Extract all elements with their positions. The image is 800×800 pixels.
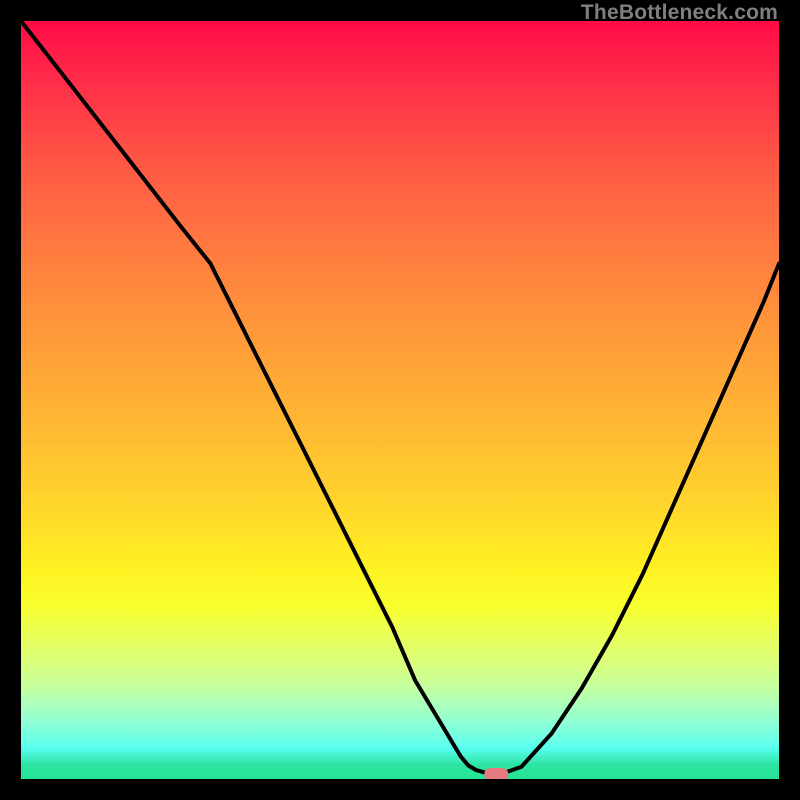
curve-layer [21,21,779,779]
bottleneck-curve [21,21,779,773]
chart-frame: TheBottleneck.com [0,0,800,800]
plot-area [21,21,779,779]
optimal-point-marker [484,768,508,779]
